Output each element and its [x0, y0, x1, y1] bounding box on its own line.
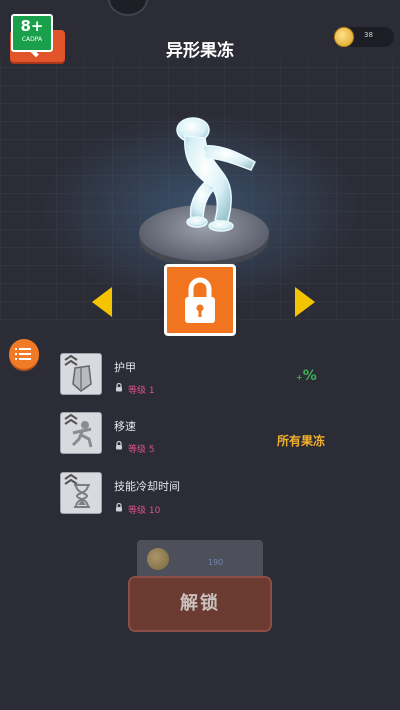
bonus-prefix: + [296, 373, 303, 382]
running-figure-icon [64, 413, 93, 448]
skill-level-armor: 等级 1 [128, 386, 155, 396]
bonus-value: +% [296, 368, 317, 384]
list-menu-button[interactable] [9, 339, 39, 369]
skill-level-cooldown: 等级 10 [128, 506, 161, 516]
next-arrow-icon[interactable] [293, 285, 317, 319]
armor-skill-icon [60, 353, 102, 395]
menu-line [19, 358, 31, 360]
cooldown-skill-icon [60, 472, 102, 514]
coin-icon [147, 548, 169, 570]
small-lock-icon [116, 502, 122, 512]
menu-dot [15, 353, 17, 355]
skill-level-speed: 等级 5 [128, 445, 155, 455]
coin-count: 38 [364, 31, 373, 39]
small-lock-icon [116, 440, 122, 450]
jelly-character-image [176, 117, 256, 232]
small-lock-icon [116, 382, 122, 392]
bonus-percent: % [302, 368, 317, 384]
menu-dot [15, 348, 17, 350]
coin-icon [334, 27, 354, 47]
all-jelly-label: 所有果冻 [277, 434, 326, 448]
unlock-price: 190 [208, 558, 224, 567]
menu-line [19, 348, 31, 350]
hourglass-icon [64, 473, 90, 508]
locked-character-button[interactable] [164, 264, 236, 336]
menu-dot [15, 358, 17, 360]
skill-name-cooldown: 技能冷却时间 [114, 480, 180, 493]
menu-line [19, 353, 31, 355]
avatar [108, 0, 148, 16]
speed-skill-icon [60, 412, 102, 454]
skill-name-armor: 护甲 [114, 361, 136, 374]
skill-name-speed: 移速 [114, 420, 136, 433]
age-rating-value: 8+ [20, 17, 44, 35]
unlock-button[interactable]: 解锁 [128, 576, 272, 632]
previous-arrow-icon[interactable] [90, 285, 114, 319]
padlock-icon [185, 277, 215, 323]
shield-icon [64, 354, 92, 392]
